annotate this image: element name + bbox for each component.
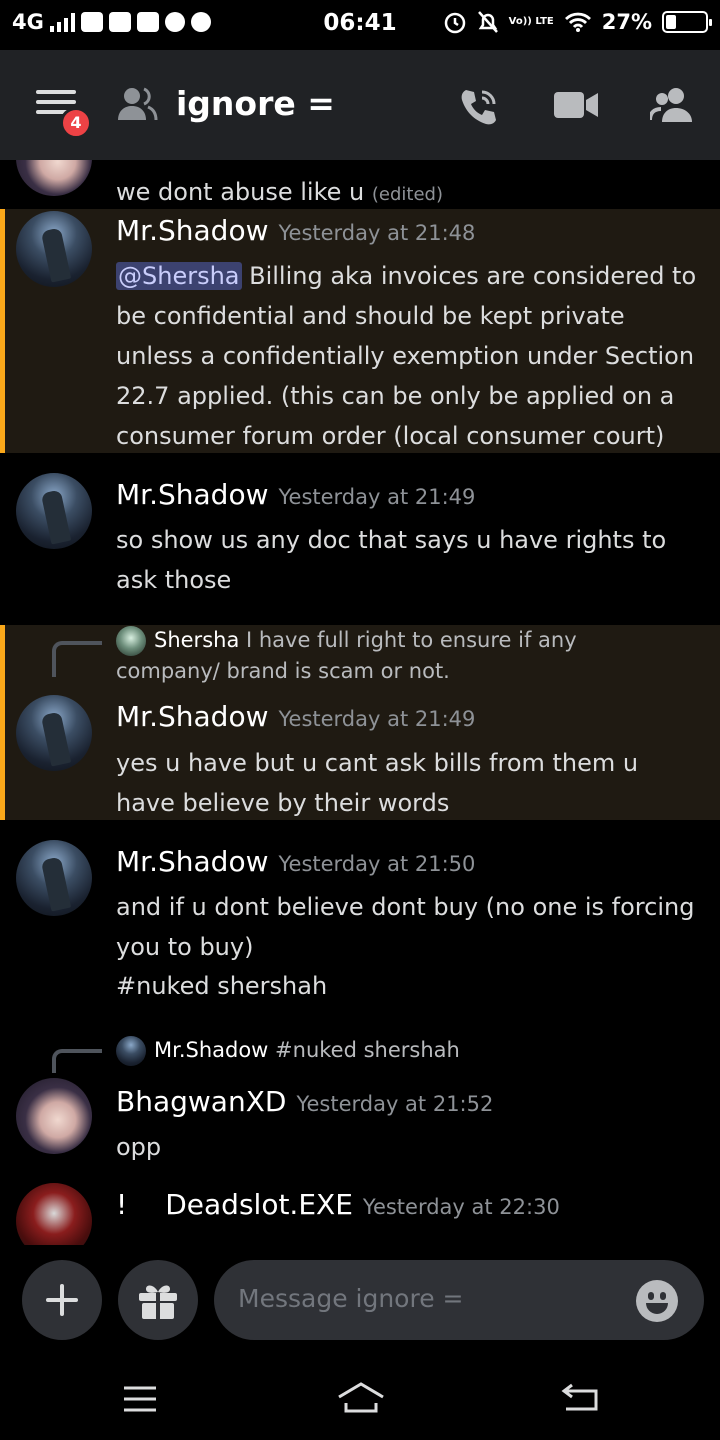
message[interactable]: ! Deadslot.EXE Yesterday at 22:30 [0,1183,720,1245]
battery-percent: 27% [601,10,652,34]
message-body-line: #nuked shershah [116,972,328,1000]
message-timestamp: Yesterday at 22:30 [362,1195,560,1219]
avatar[interactable] [16,695,92,771]
video-camera-icon[interactable] [554,90,598,120]
status-right: Vo)) LTE 27% [443,10,712,34]
home-icon[interactable] [336,1381,386,1415]
message-author[interactable]: Mr.Shadow Yesterday at 21:48 [116,214,475,247]
message-body: opp [116,1133,162,1161]
alarm-icon [444,12,465,34]
avatar[interactable] [16,1078,92,1154]
message-list[interactable]: we dont abuse like u (edited) Mr.Shadow Y… [0,160,720,1245]
avatar[interactable] [16,473,92,549]
reply-preview[interactable]: Mr.Shadow #nuked shershah [116,1035,460,1066]
wifi-icon [564,12,591,32]
message-body: so show us any doc that says u have righ… [116,526,667,594]
reply-author: Mr.Shadow [154,1038,269,1062]
status-bar: 4G 06:41 Vo)) LTE 27% [0,0,720,50]
message-timestamp: Yesterday at 21:49 [278,485,476,509]
battery-icon [662,11,712,33]
message-timestamp: Yesterday at 21:49 [278,707,476,731]
message-timestamp: Yesterday at 21:52 [296,1092,494,1116]
add-attachment-button[interactable] [22,1260,102,1340]
message-author[interactable]: BhagwanXD Yesterday at 21:52 [116,1085,493,1118]
channel-header: 4 ignore = [0,50,720,160]
message-reply[interactable]: Mr.Shadow #nuked shershah BhagwanXD Yeste… [0,1035,720,1161]
avatar[interactable] [16,160,92,196]
avatar[interactable] [16,1183,92,1245]
message[interactable]: Mr.Shadow Yesterday at 21:50 and if u don… [0,840,720,1010]
edited-label: (edited) [371,184,443,205]
message-body: yes u have but u cant ask bills from the… [116,749,639,817]
reply-avatar [116,1036,146,1066]
battery-fill [666,15,676,29]
avatar[interactable] [16,211,92,287]
message-mention-highlighted[interactable]: Mr.Shadow Yesterday at 21:48 @Shersha Bil… [0,209,720,453]
back-icon[interactable] [560,1383,600,1413]
emoji-icon[interactable] [636,1280,678,1322]
message-timestamp: Yesterday at 21:50 [278,852,476,876]
message[interactable]: we dont abuse like u (edited) [0,160,720,206]
system-nav-bar [0,1355,720,1440]
reply-author: Shersha [154,628,240,652]
plus-icon [46,1284,78,1316]
message-body: @Shersha Billing aka invoices are consid… [116,262,697,450]
reply-avatar [116,626,146,656]
volte-indicator: Vo)) LTE [508,16,554,27]
message[interactable]: Mr.Shadow Yesterday at 21:49 so show us a… [0,473,720,603]
message-input[interactable]: Message ignore = [214,1260,704,1340]
reply-connector [52,641,102,677]
phone-call-icon[interactable] [458,86,500,128]
message-author[interactable]: Mr.Shadow Yesterday at 21:50 [116,845,475,878]
reply-preview[interactable]: Shersha I have full right to ensure if a… [116,625,676,687]
avatar[interactable] [16,840,92,916]
message-reply-highlighted[interactable]: Shersha I have full right to ensure if a… [0,625,720,820]
gift-button[interactable] [118,1260,198,1340]
user-mention[interactable]: @Shersha [116,262,242,290]
recent-apps-icon[interactable] [122,1385,158,1413]
message-body: and if u dont believe dont buy (no one i… [116,893,695,961]
mute-bell-icon [477,11,498,33]
message-composer: Message ignore = [0,1245,720,1355]
reply-text: #nuked shershah [268,1038,460,1062]
message-author[interactable]: Mr.Shadow Yesterday at 21:49 [116,478,475,511]
message-input-placeholder: Message ignore = [238,1284,464,1313]
notification-badge: 4 [60,107,92,139]
member-list-icon[interactable] [650,86,694,124]
channel-title: ignore = [176,84,335,123]
message-author[interactable]: ! Deadslot.EXE Yesterday at 22:30 [116,1188,560,1221]
members-icon [118,87,158,121]
message-timestamp: Yesterday at 21:48 [278,221,476,245]
gift-icon [139,1285,177,1319]
message-author[interactable]: Mr.Shadow Yesterday at 21:49 [116,700,475,733]
reply-connector [52,1049,102,1073]
